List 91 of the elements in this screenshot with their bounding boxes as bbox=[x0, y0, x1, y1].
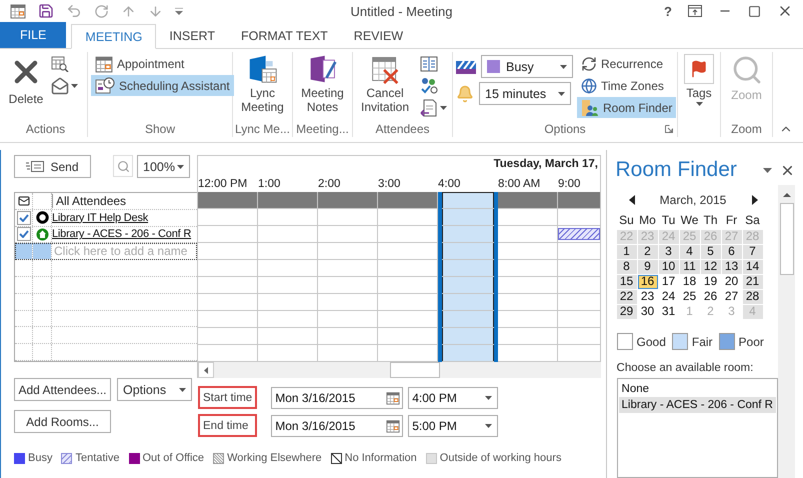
ribbon-tab[interactable]: INSERT bbox=[156, 23, 228, 48]
calendar-day[interactable]: 14 bbox=[742, 260, 763, 274]
window-title: Untitled - Meeting bbox=[350, 4, 452, 18]
time-label: 4:00 bbox=[438, 178, 460, 190]
room-item[interactable]: Library - ACES - 206 - Conf R bbox=[618, 397, 776, 413]
group-label: Options bbox=[544, 122, 586, 136]
time-label: 2:00 bbox=[318, 178, 340, 190]
calendar-day[interactable]: 3 bbox=[658, 245, 679, 259]
ribbon-button[interactable]: Scheduling Assistant bbox=[91, 75, 234, 96]
calendar-day[interactable]: 10 bbox=[658, 260, 679, 274]
ribbon-button[interactable]: Time Zones bbox=[577, 75, 676, 96]
group-label: Lync Me... bbox=[235, 122, 290, 136]
ribbon-tab[interactable]: FORMAT TEXT bbox=[228, 23, 341, 48]
weekday-label: Sa bbox=[744, 213, 761, 229]
calendar-day[interactable]: 22 bbox=[616, 290, 637, 304]
options-dropdown[interactable]: Options bbox=[117, 378, 192, 401]
zoom-button: Zoom bbox=[730, 53, 764, 104]
calendar-day[interactable]: 28 bbox=[742, 290, 763, 304]
month-title: March, 2015 bbox=[660, 193, 726, 207]
time-label: Start time bbox=[198, 386, 258, 409]
ribbon-button[interactable]: Appointment bbox=[91, 53, 234, 74]
time-label: 12:00 PM bbox=[198, 178, 248, 190]
ribbon-button[interactable]: Room Finder bbox=[577, 97, 676, 118]
weekday-label: Th bbox=[702, 213, 719, 229]
meeting-notes-button[interactable]: Meeting Notes bbox=[296, 53, 349, 116]
calendar-day[interactable]: 7 bbox=[742, 245, 763, 259]
attendee-name[interactable]: Library IT Help Desk bbox=[52, 212, 197, 224]
add-attendees-button[interactable]: Add Attendees... bbox=[14, 378, 111, 401]
quality-legend-item: Good bbox=[616, 333, 666, 350]
day-heading: Tuesday, March 17, bbox=[494, 157, 599, 170]
weekday-label: Tu bbox=[660, 213, 676, 229]
calendar-day[interactable]: 11 bbox=[680, 260, 700, 274]
group-label: Attendees bbox=[375, 122, 430, 136]
group-label: Zoom bbox=[731, 122, 762, 136]
attendee-name[interactable]: Library - ACES - 206 - Conf R bbox=[52, 228, 197, 240]
tags-button[interactable]: Tags bbox=[683, 53, 715, 108]
date-field[interactable]: Mon 3/16/2015 bbox=[271, 386, 404, 408]
help-button[interactable]: ? bbox=[664, 4, 672, 18]
weekday-label: We bbox=[680, 213, 700, 229]
legend-item: No Information bbox=[330, 452, 417, 464]
calendar-day[interactable]: 13 bbox=[722, 260, 742, 274]
cancel-invitation-button[interactable]: Cancel Invitation bbox=[356, 53, 414, 116]
calendar-day[interactable]: 1 bbox=[616, 245, 637, 259]
quality-legend-item: Poor bbox=[718, 333, 764, 350]
group-label: Meeting... bbox=[296, 122, 349, 136]
file-tab[interactable]: FILE bbox=[0, 22, 66, 48]
time-label: End time bbox=[198, 414, 258, 437]
group-label: Show bbox=[144, 122, 176, 136]
time-label: 9:00 bbox=[558, 178, 580, 190]
group-label: Actions bbox=[26, 122, 66, 136]
reminder-dropdown[interactable]: 15 minutes bbox=[479, 82, 571, 105]
calendar-day[interactable]: 16 bbox=[638, 275, 658, 289]
calendar-day[interactable]: 15 bbox=[616, 275, 637, 289]
column-header: All Attendees bbox=[52, 194, 197, 208]
legend-item: Outside of working hours bbox=[426, 452, 562, 464]
pane-title: Room Finder bbox=[616, 158, 738, 182]
calendar-day[interactable]: 6 bbox=[722, 245, 742, 259]
delete-button[interactable]: Delete bbox=[7, 53, 45, 108]
zoom-dropdown[interactable]: 100% bbox=[137, 155, 190, 178]
legend-item: Busy bbox=[14, 452, 52, 464]
rooms-label: Choose an available room: bbox=[616, 362, 754, 374]
legend-item: Working Elsewhere bbox=[213, 452, 322, 464]
time-label: 3:00 bbox=[378, 178, 400, 190]
calendar-day[interactable]: 9 bbox=[638, 260, 658, 274]
calendar-day[interactable]: 5 bbox=[700, 245, 721, 259]
calendar-day[interactable]: 2 bbox=[638, 245, 658, 259]
calendar-day[interactable]: 12 bbox=[700, 260, 721, 274]
calendar-day[interactable]: 8 bbox=[616, 260, 637, 274]
calendar-day[interactable]: 4 bbox=[680, 245, 700, 259]
ribbon-button[interactable]: Recurrence bbox=[577, 53, 676, 74]
ribbon-tab[interactable]: MEETING bbox=[71, 24, 156, 49]
lync-meeting-button[interactable]: Lync Meeting bbox=[236, 53, 289, 116]
send-button[interactable]: Send bbox=[14, 155, 91, 178]
room-item[interactable]: None bbox=[618, 381, 776, 397]
time-dropdown[interactable]: 4:00 PM bbox=[408, 386, 498, 408]
time-label: 8:00 AM bbox=[498, 178, 540, 190]
calendar-day[interactable]: 21 bbox=[742, 275, 763, 289]
weekday-label: Fr bbox=[724, 213, 738, 229]
time-label: 1:00 bbox=[258, 178, 280, 190]
add-name-field[interactable]: Click here to add a name bbox=[52, 243, 197, 258]
date-field[interactable]: Mon 3/16/2015 bbox=[271, 414, 404, 436]
ribbon-tab[interactable]: REVIEW bbox=[340, 23, 416, 48]
weekday-label: Mo bbox=[638, 213, 657, 229]
show-as-dropdown[interactable]: Busy bbox=[481, 55, 573, 78]
add-rooms-button[interactable]: Add Rooms... bbox=[14, 410, 111, 433]
legend-item: Tentative bbox=[61, 452, 120, 464]
legend-item: Out of Office bbox=[128, 452, 204, 464]
weekday-label: Su bbox=[618, 213, 635, 229]
time-dropdown[interactable]: 5:00 PM bbox=[408, 414, 498, 436]
calendar-day[interactable]: 29 bbox=[616, 305, 637, 319]
quality-legend-item: Fair bbox=[672, 333, 713, 350]
